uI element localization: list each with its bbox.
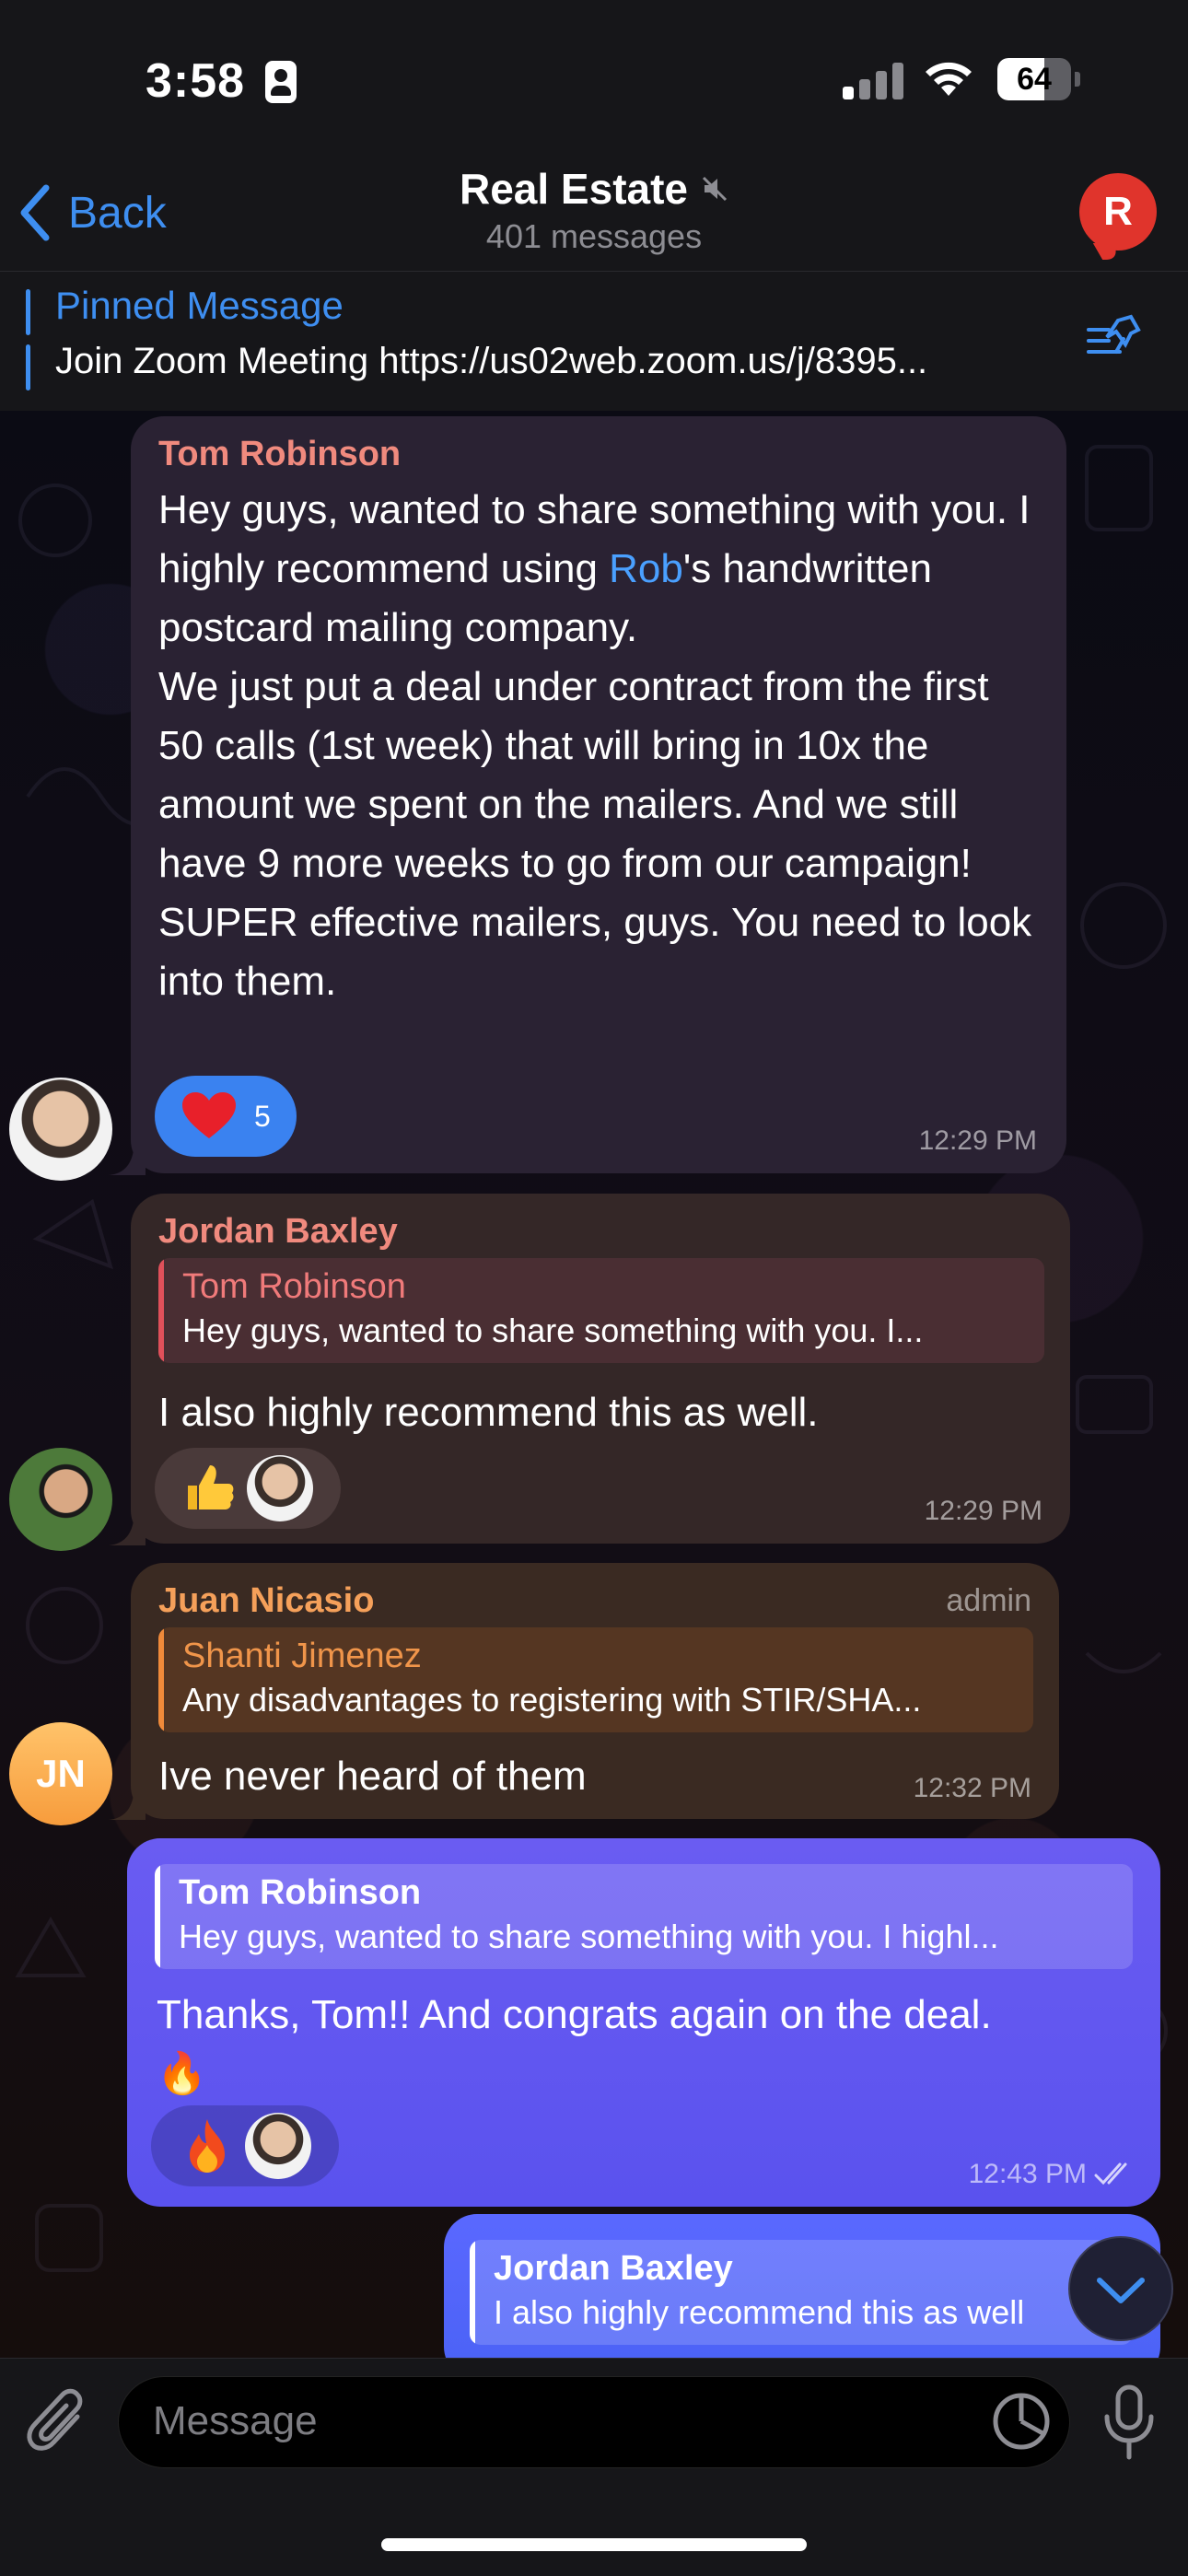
reply-text: I also highly recommend this as well xyxy=(494,2293,1025,2331)
reply-preview[interactable]: Jordan Baxley I also highly recommend th… xyxy=(470,2240,1133,2345)
attachment-icon[interactable] xyxy=(26,2385,92,2459)
message-text-part: 's handwritten postcard mailing company.… xyxy=(158,546,1032,1004)
reply-text: Any disadvantages to registering with ST… xyxy=(182,1681,922,1719)
bubble-tail xyxy=(109,1138,146,1175)
reply-preview[interactable]: Tom Robinson Hey guys, wanted to share s… xyxy=(155,1864,1133,1969)
message-time: 12:32 PM xyxy=(913,1773,1031,1803)
sender-name: Jordan Baxley xyxy=(158,1212,398,1251)
message-time: 12:43 PM xyxy=(968,2159,1087,2189)
back-label: Back xyxy=(68,188,167,238)
sender-name: Juan Nicasio xyxy=(158,1581,375,1620)
message-bubble-outgoing[interactable]: Tom Robinson Hey guys, wanted to share s… xyxy=(127,1838,1160,2207)
fire-emoji: 🔥 xyxy=(157,2051,207,2096)
thumbs-up-icon xyxy=(188,1465,234,1509)
battery-percent: 64 xyxy=(1017,62,1052,97)
message-bubble[interactable]: Tom Robinson Hey guys, wanted to share s… xyxy=(131,416,1066,1173)
status-time: 3:58 xyxy=(146,54,246,108)
reactor-avatar xyxy=(247,1455,313,1521)
reply-preview[interactable]: Tom Robinson Hey guys, wanted to share s… xyxy=(158,1258,1044,1363)
admin-badge: admin xyxy=(946,1583,1031,1618)
avatar-juan-nicasio[interactable]: JN xyxy=(9,1722,112,1825)
message-bubble[interactable]: Jordan Baxley Tom Robinson Hey guys, wan… xyxy=(131,1194,1070,1544)
reply-sender: Tom Robinson xyxy=(179,1873,422,1912)
message-text-body: Thanks, Tom!! And congrats again on the … xyxy=(157,1992,992,2037)
message-bubble-outgoing[interactable]: Jordan Baxley I also highly recommend th… xyxy=(444,2214,1160,2380)
fire-icon xyxy=(190,2119,225,2173)
reply-sender: Tom Robinson xyxy=(182,1267,406,1306)
message-time: 12:29 PM xyxy=(924,1496,1042,1526)
group-avatar-letter: R xyxy=(1103,189,1133,234)
mention-link[interactable]: Rob xyxy=(609,546,683,591)
read-checkmarks-icon xyxy=(1094,2162,1127,2186)
reply-text: Hey guys, wanted to share something with… xyxy=(179,1917,999,1955)
sticker-icon[interactable] xyxy=(991,2391,1052,2452)
message-input-placeholder: Message xyxy=(153,2398,318,2443)
bubble-tail xyxy=(109,1783,146,1820)
wifi-icon xyxy=(926,62,972,96)
group-avatar[interactable]: R xyxy=(1079,173,1157,251)
reply-sender: Shanti Jimenez xyxy=(182,1637,422,1675)
avatar-tom-robinson[interactable] xyxy=(9,1078,112,1181)
chat-title: Real Estate xyxy=(459,165,688,213)
chat-title-area[interactable]: Real Estate 401 messages xyxy=(368,164,820,256)
message-text: Hey guys, wanted to share something with… xyxy=(158,481,1042,1011)
reaction-thumbs-up[interactable] xyxy=(155,1448,341,1529)
battery-indicator: 64 xyxy=(997,58,1080,100)
scroll-to-bottom-button[interactable] xyxy=(1068,2236,1173,2341)
home-indicator xyxy=(381,2538,807,2551)
muted-icon xyxy=(702,176,728,202)
member-count: 401 messages xyxy=(485,217,703,255)
pinned-indicator xyxy=(26,289,30,390)
chevron-down-icon xyxy=(1097,2278,1145,2303)
reactor-avatar xyxy=(245,2113,311,2179)
reaction-heart[interactable]: 5 xyxy=(155,1076,297,1157)
chevron-left-icon xyxy=(20,184,50,241)
sender-name: Tom Robinson xyxy=(158,435,402,473)
pinned-text: Join Zoom Meeting https://us02web.zoom.u… xyxy=(55,341,928,381)
microphone-icon[interactable] xyxy=(1101,2384,1157,2461)
message-bubble[interactable]: Juan Nicasio admin Shanti Jimenez Any di… xyxy=(131,1563,1059,1819)
bubble-tail xyxy=(109,1509,146,1545)
back-button[interactable]: Back xyxy=(18,181,167,245)
pinned-label: Pinned Message xyxy=(55,284,344,327)
contact-card-icon xyxy=(265,61,297,103)
message-text: I also highly recommend this as well. xyxy=(158,1390,819,1435)
avatar-initials: JN xyxy=(36,1752,86,1795)
reply-preview[interactable]: Shanti Jimenez Any disadvantages to regi… xyxy=(158,1627,1033,1732)
avatar-jordan-baxley[interactable] xyxy=(9,1448,112,1551)
cellular-signal-icon xyxy=(843,61,903,99)
heart-icon xyxy=(182,1092,236,1138)
reaction-fire[interactable] xyxy=(151,2105,339,2186)
message-text: Ive never heard of them xyxy=(158,1754,587,1799)
reaction-count: 5 xyxy=(254,1099,271,1133)
message-text: Thanks, Tom!! And congrats again on the … xyxy=(157,1986,1133,2104)
reply-text: Hey guys, wanted to share something with… xyxy=(182,1311,924,1349)
reply-sender: Jordan Baxley xyxy=(494,2249,733,2288)
pinned-list-icon[interactable] xyxy=(1085,313,1144,365)
message-time: 12:29 PM xyxy=(918,1125,1037,1156)
